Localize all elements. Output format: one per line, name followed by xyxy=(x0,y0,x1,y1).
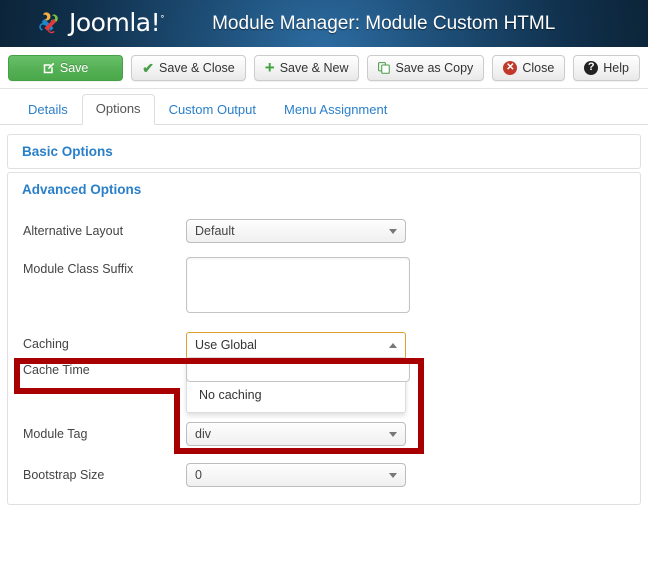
tab-details[interactable]: Details xyxy=(14,95,82,125)
copy-icon xyxy=(378,61,391,74)
cache-time-input[interactable] xyxy=(186,358,410,382)
alternative-layout-value: Default xyxy=(195,224,235,238)
help-circle-icon: ? xyxy=(584,60,599,75)
plus-icon: + xyxy=(264,57,275,77)
advanced-options-header[interactable]: Advanced Options xyxy=(8,173,640,206)
module-tag-value: div xyxy=(195,427,211,441)
advanced-options-panel: Advanced Options Alternative Layout Defa… xyxy=(7,172,641,505)
chevron-down-icon xyxy=(389,228,397,234)
module-tag-field: div xyxy=(186,422,640,446)
module-class-suffix-input[interactable] xyxy=(186,257,410,313)
help-button[interactable]: ? Help xyxy=(573,54,640,81)
close-circle-icon: ✕ xyxy=(503,60,518,75)
basic-options-header[interactable]: Basic Options xyxy=(8,135,640,168)
save-button-label: Save xyxy=(59,60,89,75)
save-new-button[interactable]: + Save & New xyxy=(253,54,360,81)
bootstrap-size-field: 0 xyxy=(186,463,640,487)
check-icon: ✔ xyxy=(142,59,155,76)
app-header: Joomla!° Module Manager: Module Custom H… xyxy=(0,0,648,47)
close-button[interactable]: ✕ Close xyxy=(492,54,566,81)
options-content: Basic Options Advanced Options Alternati… xyxy=(0,125,648,505)
caching-option-no-caching[interactable]: No caching xyxy=(187,384,405,406)
save-close-button[interactable]: ✔ Save & Close xyxy=(131,54,246,81)
caching-select-head[interactable]: Use Global xyxy=(186,332,406,358)
chevron-down-icon xyxy=(389,431,397,437)
module-tag-label: Module Tag xyxy=(23,427,88,441)
joomla-logo-icon xyxy=(34,9,64,38)
field-row-bootstrap-size: Bootstrap Size 0 xyxy=(8,451,640,492)
chevron-down-icon xyxy=(389,472,397,478)
module-class-suffix-label: Module Class Suffix xyxy=(23,262,134,276)
save-close-label: Save & Close xyxy=(159,60,235,75)
alternative-layout-field: Default xyxy=(186,219,640,243)
basic-options-panel: Basic Options xyxy=(7,134,641,169)
cache-time-label: Cache Time xyxy=(23,363,90,377)
help-label: Help xyxy=(603,60,629,75)
bootstrap-size-select[interactable]: 0 xyxy=(186,463,406,487)
alternative-layout-select[interactable]: Default xyxy=(186,219,406,243)
brand-mark: ° xyxy=(160,14,165,25)
tab-custom-output[interactable]: Custom Output xyxy=(155,95,270,125)
save-as-copy-button[interactable]: Save as Copy xyxy=(367,54,485,81)
cache-time-field xyxy=(186,358,640,382)
save-new-label: Save & New xyxy=(279,60,349,75)
alternative-layout-label: Alternative Layout xyxy=(23,224,124,238)
module-class-suffix-field xyxy=(186,257,640,313)
field-row-alternative-layout: Alternative Layout Default xyxy=(8,214,640,248)
save-as-copy-label: Save as Copy xyxy=(395,60,474,75)
toolbar: Save ✔ Save & Close + Save & New Save as… xyxy=(0,47,648,89)
field-row-module-class-suffix: Module Class Suffix xyxy=(8,248,640,318)
tab-options[interactable]: Options xyxy=(81,94,155,125)
advanced-options-body: Alternative Layout Default Module Class … xyxy=(8,206,640,504)
tab-menu-assignment[interactable]: Menu Assignment xyxy=(270,95,401,125)
brand-name: Joomla!° xyxy=(69,8,165,37)
caching-selected-value: Use Global xyxy=(195,338,257,352)
brand-logo[interactable]: Joomla!° xyxy=(34,8,165,38)
bootstrap-size-value: 0 xyxy=(195,468,202,482)
chevron-up-icon xyxy=(389,342,397,348)
save-button[interactable]: Save xyxy=(8,54,124,81)
module-tag-select[interactable]: div xyxy=(186,422,406,446)
close-label: Close xyxy=(522,60,555,75)
caching-label: Caching xyxy=(23,337,69,351)
page-title: Module Manager: Module Custom HTML xyxy=(212,12,556,34)
tab-bar: Details Options Custom Output Menu Assig… xyxy=(0,89,648,125)
pencil-icon xyxy=(43,62,55,74)
bootstrap-size-label: Bootstrap Size xyxy=(23,468,105,482)
